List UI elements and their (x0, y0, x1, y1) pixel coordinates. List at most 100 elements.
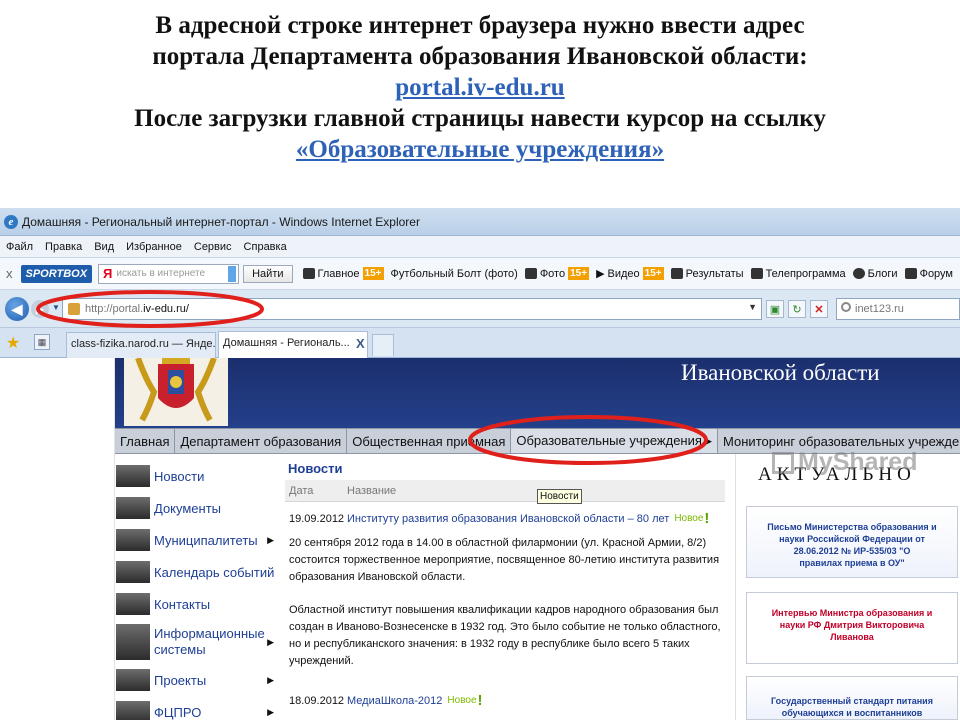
menu-marker (116, 624, 150, 660)
caption-portal-link[interactable]: portal.iv-edu.ru (395, 74, 564, 101)
sidemenu-item-projects[interactable]: Проекты ▶ (116, 664, 280, 696)
news-new-mark-icon: ! (477, 692, 483, 709)
search-input[interactable]: inet123.ru (836, 298, 960, 320)
search-value: inet123.ru (855, 303, 904, 315)
page-left-margin (0, 358, 115, 720)
toolbar-link-photo[interactable]: Фото 15+ (524, 267, 590, 280)
yandex-find-button[interactable]: Найти (243, 264, 293, 283)
menu-marker (116, 561, 150, 583)
tab-home-portal[interactable]: Домашняя - Региональ... (218, 331, 368, 358)
submenu-arrow-icon: ▶ (267, 674, 274, 685)
quick-tabs-icon[interactable]: ▦ (34, 334, 50, 350)
toolbar-link-label: Видео (607, 267, 640, 280)
tab-bar: ★ ▦ class-fizika.narod.ru — Янде... Дома… (0, 328, 960, 358)
toolbar-link-main[interactable]: Главное 15+ (302, 267, 384, 280)
toolbar-close-icon[interactable]: x (6, 266, 13, 281)
sidemenu-item-municipalities[interactable]: Муниципалитеты ▶ (116, 524, 280, 556)
ie-logo-icon: e (4, 214, 18, 229)
url-input[interactable]: http://portal. iv-edu.ru/ ▼ (62, 298, 762, 320)
news-date: 18.09.2012 (289, 694, 345, 707)
yandex-search-input[interactable]: искать в интернете (116, 268, 228, 279)
caption-line-1: В адресной строке интернет браузера нужн… (155, 12, 805, 39)
tv-icon (750, 268, 763, 279)
sidemenu-item-infosystems[interactable]: Информационные системы ▶ (116, 620, 280, 664)
menu-tools[interactable]: Сервис (194, 241, 232, 253)
forward-arrow-icon[interactable]: ▶ (31, 300, 49, 318)
scoreboard-icon (670, 268, 683, 279)
tab-close-icon[interactable]: X (356, 336, 365, 351)
actual-panel: АКТУАЛЬНО Письмо Министерства образовани… (735, 454, 960, 720)
stop-icon[interactable]: ✕ (810, 300, 828, 318)
menu-file[interactable]: Файл (6, 241, 33, 253)
sidemenu-label: Информационные системы (154, 626, 265, 657)
url-host: iv-edu.ru/ (143, 303, 189, 315)
sidemenu-item-contacts[interactable]: Контакты (116, 588, 280, 620)
news-new-mark-icon: ! (704, 510, 710, 527)
sidemenu-item-news[interactable]: Новости (116, 460, 280, 492)
menu-view[interactable]: Вид (94, 241, 114, 253)
age-badge: 15+ (362, 267, 384, 280)
news-col-date: Дата (289, 484, 314, 497)
news-title-link[interactable]: МедиаШкола-2012 (347, 695, 442, 707)
refresh-icon[interactable]: ↻ (788, 300, 806, 318)
nav-reception[interactable]: Общественная приемная (347, 429, 512, 453)
yandex-search-indicator (228, 265, 237, 282)
list-icon (302, 268, 315, 279)
menu-help[interactable]: Справка (244, 241, 287, 253)
caption-institutions-link[interactable]: «Образовательные учреждения» (296, 136, 664, 163)
sidemenu-label: Контакты (154, 596, 211, 612)
tab-class-fizika[interactable]: class-fizika.narod.ru — Янде... (66, 332, 216, 358)
news-item: 19.09.2012 Институту развития образовани… (285, 510, 725, 527)
menu-marker (116, 669, 150, 691)
search-icon (841, 302, 851, 312)
actual-card-interview[interactable]: Интервью Министра образования и науки РФ… (746, 592, 958, 664)
sportbox-logo[interactable]: SPORTBOX (20, 264, 93, 283)
new-tab-button[interactable] (372, 334, 394, 356)
news-item: 18.09.2012 МедиаШкола-2012 Новое! (285, 692, 725, 709)
toolbar-link-results[interactable]: Результаты (670, 268, 744, 280)
back-arrow-icon[interactable]: ◀ (5, 297, 29, 321)
card-text: правилах приема в ОУ" (799, 558, 905, 568)
toolbar-link-blogs[interactable]: Блоги (852, 268, 898, 280)
menu-edit[interactable]: Правка (45, 241, 82, 253)
sidemenu-item-fcpro[interactable]: ФЦПРО ▶ (116, 696, 280, 720)
history-dropdown-icon[interactable]: ▼ (52, 303, 60, 312)
menu-favorites[interactable]: Избранное (126, 241, 182, 253)
news-title-link[interactable]: Институту развития образования Ивановско… (347, 513, 669, 525)
toolbar-links: x SPORTBOX Я искать в интернете Найти Гл… (0, 258, 960, 290)
actual-card-letter[interactable]: Письмо Министерства образования и науки … (746, 506, 958, 578)
toolbar-link-tv[interactable]: Телепрограмма (750, 268, 846, 280)
sidemenu-item-calendar[interactable]: Календарь событий (116, 556, 280, 588)
toolbar-link-video[interactable]: ▶ Видео 15+ (596, 267, 664, 280)
yandex-search-box[interactable]: Я искать в интернете (98, 263, 240, 284)
news-body-1: 20 сентября 2012 года в 14.00 в областно… (289, 537, 720, 583)
menu-bar: Файл Правка Вид Избранное Сервис Справка (0, 236, 960, 258)
banner-title: Ивановской области (681, 360, 880, 385)
news-new-badge: Новое (674, 513, 704, 524)
caption-line-3: После загрузки главной страницы навести … (134, 105, 826, 132)
sidemenu-label: Проекты (154, 672, 207, 688)
watermark-logo-icon (772, 452, 794, 475)
menu-marker (116, 529, 150, 551)
favorites-star-icon[interactable]: ★ (6, 333, 20, 353)
toolbar-link-football[interactable]: Футбольный Болт (фото) (391, 268, 518, 280)
nav-main[interactable]: Главная (115, 429, 176, 453)
card-text: Интервью Министра образования и (771, 608, 933, 618)
nav-institutions[interactable]: Образовательные учреждения ▸ (511, 429, 719, 453)
camera-icon (524, 268, 537, 279)
toolbar-link-label: Фото (539, 267, 566, 280)
card-text: Письмо Министерства образования и (767, 522, 937, 532)
compat-view-icon[interactable]: ▣ (766, 300, 784, 318)
card-text: Государственный стандарт питания (771, 696, 933, 706)
card-text: науки Российской Федерации от (779, 534, 925, 544)
window-titlebar: e Домашняя - Региональный интернет-порта… (0, 208, 960, 236)
nav-department[interactable]: Департамент образования (175, 429, 348, 453)
url-dropdown-icon[interactable]: ▼ (748, 302, 757, 312)
toolbar-link-forum[interactable]: Форум (904, 268, 953, 280)
menu-marker (116, 465, 150, 487)
sidemenu-item-documents[interactable]: Документы (116, 492, 280, 524)
chat-bubble-icon (852, 268, 865, 279)
tab-label: Домашняя - Региональ... (223, 337, 350, 349)
actual-card-standard[interactable]: Государственный стандарт питания обучающ… (746, 676, 958, 720)
age-badge: 15+ (568, 267, 590, 280)
